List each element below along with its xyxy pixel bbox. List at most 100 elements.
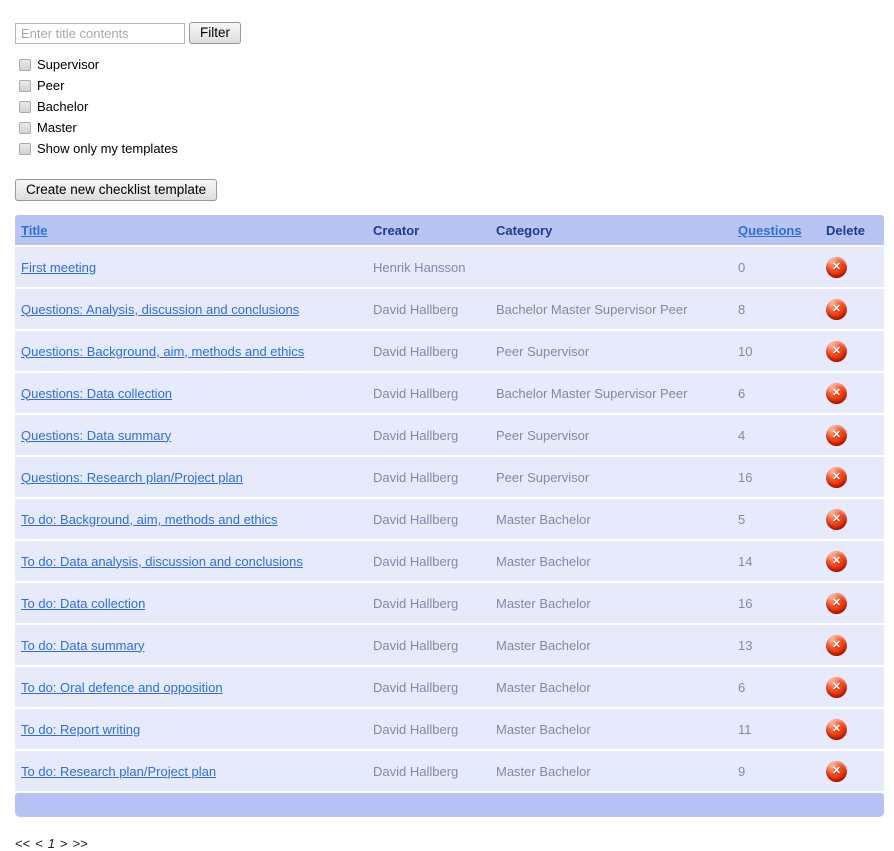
delete-cell: ✕ — [820, 247, 884, 287]
creator-cell: David Hallberg — [373, 679, 459, 695]
delete-icon[interactable]: ✕ — [826, 340, 847, 362]
template-title-link[interactable]: To do: Data analysis, discussion and con… — [21, 554, 303, 569]
filter-checkbox-label: Bachelor — [37, 99, 89, 114]
creator-cell: David Hallberg — [373, 595, 459, 611]
template-title-link[interactable]: To do: Data collection — [21, 596, 145, 611]
title-cell: Questions: Data collection — [15, 373, 367, 413]
category-cell: Master Bachelor — [496, 721, 591, 737]
template-title-link[interactable]: First meeting — [21, 260, 96, 275]
table-header-row: Title Creator Category Questions Delete — [15, 215, 884, 245]
title-cell: Questions: Background, aim, methods and … — [15, 331, 367, 371]
questions-count-cell: 10 — [738, 343, 753, 359]
table-footer-bar — [15, 793, 884, 817]
template-title-link[interactable]: Questions: Data collection — [21, 386, 172, 401]
create-template-button[interactable]: Create new checklist template — [15, 179, 218, 201]
category-cell: Master Bachelor — [496, 679, 591, 695]
filter-checkbox[interactable] — [19, 100, 31, 113]
pagination-prev[interactable]: < — [35, 836, 43, 851]
filter-checkbox[interactable] — [19, 121, 31, 134]
title-cell: Questions: Analysis, discussion and conc… — [15, 289, 367, 329]
category-cell: Bachelor Master Supervisor Peer — [496, 385, 688, 401]
pagination-next[interactable]: > — [60, 836, 68, 851]
template-title-link[interactable]: Questions: Data summary — [21, 428, 171, 443]
delete-icon[interactable]: ✕ — [826, 592, 847, 614]
delete-icon[interactable]: ✕ — [826, 298, 847, 320]
template-title-link[interactable]: Questions: Background, aim, methods and … — [21, 344, 304, 359]
template-title-link[interactable]: To do: Oral defence and opposition — [21, 680, 223, 695]
template-title-link[interactable]: To do: Research plan/Project plan — [21, 764, 216, 779]
questions-count-cell: 6 — [738, 385, 746, 401]
table-row: To do: Data summary David Hallberg Maste… — [15, 625, 884, 665]
x-glyph: ✕ — [831, 302, 842, 315]
title-cell: Questions: Research plan/Project plan — [15, 457, 367, 497]
sort-by-questions-link[interactable]: Questions — [738, 223, 802, 238]
delete-icon[interactable]: ✕ — [826, 634, 847, 656]
filter-button[interactable]: Filter — [189, 22, 241, 44]
delete-icon[interactable]: ✕ — [826, 550, 847, 572]
category-cell: Master Bachelor — [496, 637, 591, 653]
pagination-last[interactable]: >> — [73, 836, 88, 851]
title-cell: To do: Report writing — [15, 709, 367, 749]
creator-cell: David Hallberg — [373, 343, 459, 359]
filter-bar: Filter — [15, 22, 884, 44]
delete-cell: ✕ — [820, 331, 884, 371]
title-cell: Questions: Data summary — [15, 415, 367, 455]
creator-cell: David Hallberg — [373, 301, 459, 317]
sort-by-title-link[interactable]: Title — [21, 223, 48, 238]
delete-icon[interactable]: ✕ — [826, 382, 847, 404]
filter-checkbox-row[interactable]: Supervisor — [15, 54, 884, 75]
template-title-link[interactable]: Questions: Analysis, discussion and conc… — [21, 302, 299, 317]
title-cell: To do: Data summary — [15, 625, 367, 665]
category-cell: Master Bachelor — [496, 595, 591, 611]
delete-cell: ✕ — [820, 625, 884, 665]
title-cell: To do: Data collection — [15, 583, 367, 623]
delete-cell: ✕ — [820, 751, 884, 791]
x-glyph: ✕ — [831, 260, 842, 273]
title-filter-input[interactable] — [15, 22, 185, 44]
creator-cell: David Hallberg — [373, 553, 459, 569]
category-cell: Peer Supervisor — [496, 469, 590, 485]
x-glyph: ✕ — [831, 386, 842, 399]
delete-cell: ✕ — [820, 289, 884, 329]
questions-count-cell: 16 — [738, 469, 753, 485]
title-cell: To do: Data analysis, discussion and con… — [15, 541, 367, 581]
category-cell: Master Bachelor — [496, 763, 591, 779]
title-cell: To do: Research plan/Project plan — [15, 751, 367, 791]
creator-cell: David Hallberg — [373, 637, 459, 653]
filter-checkbox-row[interactable]: Master — [15, 117, 884, 138]
questions-count-cell: 5 — [738, 511, 746, 527]
filter-checkbox[interactable] — [19, 142, 31, 155]
filter-checkbox-row[interactable]: Peer — [15, 75, 884, 96]
checklist-templates-page: Filter Supervisor Peer Bachelor Master — [0, 0, 894, 851]
delete-icon[interactable]: ✕ — [826, 760, 847, 782]
category-cell: Bachelor Master Supervisor Peer — [496, 301, 688, 317]
filter-checkbox-list: Supervisor Peer Bachelor Master Show onl… — [15, 54, 884, 159]
template-title-link[interactable]: To do: Report writing — [21, 722, 140, 737]
delete-icon[interactable]: ✕ — [826, 676, 847, 698]
delete-cell: ✕ — [820, 583, 884, 623]
category-column-header: Category — [496, 222, 553, 238]
creator-cell: David Hallberg — [373, 427, 459, 443]
delete-icon[interactable]: ✕ — [826, 256, 847, 278]
filter-checkbox[interactable] — [19, 58, 31, 71]
delete-cell: ✕ — [820, 709, 884, 749]
x-glyph: ✕ — [831, 680, 842, 693]
pagination-first[interactable]: << — [15, 836, 30, 851]
filter-checkbox[interactable] — [19, 79, 31, 92]
filter-checkbox-row[interactable]: Show only my templates — [15, 138, 884, 159]
creator-cell: David Hallberg — [373, 721, 459, 737]
delete-icon[interactable]: ✕ — [826, 466, 847, 488]
table-row: Questions: Background, aim, methods and … — [15, 331, 884, 371]
creator-cell: David Hallberg — [373, 763, 459, 779]
delete-icon[interactable]: ✕ — [826, 718, 847, 740]
filter-checkbox-row[interactable]: Bachelor — [15, 96, 884, 117]
x-glyph: ✕ — [831, 764, 842, 777]
template-title-link[interactable]: Questions: Research plan/Project plan — [21, 470, 243, 485]
questions-count-cell: 14 — [738, 553, 753, 569]
template-title-link[interactable]: To do: Background, aim, methods and ethi… — [21, 512, 278, 527]
delete-icon[interactable]: ✕ — [826, 508, 847, 530]
title-cell: To do: Oral defence and opposition — [15, 667, 367, 707]
title-cell: First meeting — [15, 247, 367, 287]
template-title-link[interactable]: To do: Data summary — [21, 638, 145, 653]
delete-icon[interactable]: ✕ — [826, 424, 847, 446]
